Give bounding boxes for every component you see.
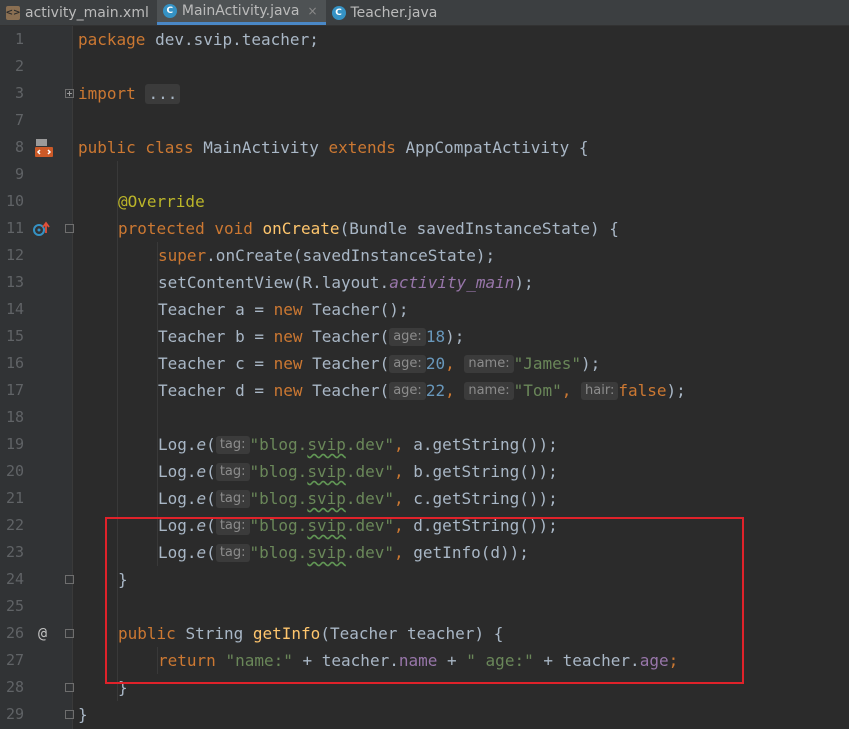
run-activity-icon[interactable]	[34, 134, 54, 161]
xml-file-icon: <>	[6, 6, 20, 20]
line-number: 9	[0, 161, 24, 188]
line-number: 11	[0, 215, 24, 242]
code-line: Log.e(tag:"blog.svip.dev", b.getString()…	[158, 458, 558, 485]
line-number: 8	[0, 134, 24, 161]
line-number: 12	[0, 242, 24, 269]
line-number: 13	[0, 269, 24, 296]
code-line: Log.e(tag:"blog.svip.dev", c.getString()…	[158, 485, 558, 512]
line-number: 20	[0, 458, 24, 485]
line-number: 1	[0, 26, 24, 53]
code-line: import ...	[78, 80, 180, 107]
editor-tab-bar: <> activity_main.xml C MainActivity.java…	[0, 0, 849, 26]
tab-teacher-java[interactable]: C Teacher.java	[326, 0, 446, 25]
parameter-hint: tag:	[216, 544, 250, 562]
line-number: 26	[0, 620, 24, 647]
line-number: 23	[0, 539, 24, 566]
line-number: 16	[0, 350, 24, 377]
parameter-hint: tag:	[216, 517, 250, 535]
line-number: 10	[0, 188, 24, 215]
parameter-hint: name:	[464, 382, 513, 400]
line-number: 15	[0, 323, 24, 350]
parameter-hint: tag:	[216, 436, 250, 454]
code-line: Teacher d = new Teacher(age:22, name:"To…	[158, 377, 686, 404]
tab-activity-main-xml[interactable]: <> activity_main.xml	[0, 0, 157, 25]
line-number: 3	[0, 80, 24, 107]
parameter-hint: hair:	[581, 382, 618, 400]
code-line: public class MainActivity extends AppCom…	[78, 134, 589, 161]
code-line: }	[78, 701, 88, 728]
code-line: Teacher a = new Teacher();	[158, 296, 408, 323]
java-class-icon: C	[163, 4, 177, 18]
line-number: 14	[0, 296, 24, 323]
code-line: Log.e(tag:"blog.svip.dev", a.getString()…	[158, 431, 558, 458]
code-text-area[interactable]: package dev.svip.teacher; import ... pub…	[73, 26, 849, 729]
line-number-gutter: 1 2 3 7 8 9 10 11 12 13 14 15 16 17 18 1…	[0, 26, 73, 729]
line-number: 17	[0, 377, 24, 404]
parameter-hint: age:	[389, 382, 426, 400]
code-line: setContentView(R.layout.activity_main);	[158, 269, 534, 296]
code-line: Teacher c = new Teacher(age:20, name:"Ja…	[158, 350, 600, 377]
tab-main-activity-java[interactable]: C MainActivity.java ×	[157, 0, 326, 25]
code-line: @Override	[118, 188, 205, 215]
line-number: 7	[0, 107, 24, 134]
folded-imports[interactable]: ...	[145, 84, 180, 104]
code-line: return "name:" + teacher.name + " age:" …	[158, 647, 678, 674]
code-line: public String getInfo(Teacher teacher) {	[118, 620, 503, 647]
code-line: protected void onCreate(Bundle savedInst…	[118, 215, 619, 242]
line-number: 19	[0, 431, 24, 458]
java-class-icon: C	[332, 6, 346, 20]
line-number: 22	[0, 512, 24, 539]
code-line: Teacher b = new Teacher(age:18);	[158, 323, 464, 350]
close-icon[interactable]: ×	[307, 4, 317, 18]
line-number: 27	[0, 647, 24, 674]
code-editor[interactable]: 1 2 3 7 8 9 10 11 12 13 14 15 16 17 18 1…	[0, 26, 849, 729]
code-line: super.onCreate(savedInstanceState);	[158, 242, 495, 269]
code-line: }	[118, 566, 128, 593]
parameter-hint: name:	[464, 355, 513, 373]
line-number: 2	[0, 53, 24, 80]
line-number: 29	[0, 701, 24, 728]
tab-label: activity_main.xml	[25, 5, 149, 21]
code-line: package dev.svip.teacher;	[78, 26, 319, 53]
tab-label: Teacher.java	[351, 5, 438, 21]
parameter-hint: age:	[389, 355, 426, 373]
line-number: 21	[0, 485, 24, 512]
code-line: }	[118, 674, 128, 701]
implements-icon[interactable]: @	[38, 620, 47, 647]
tab-label: MainActivity.java	[182, 3, 300, 19]
line-number: 28	[0, 674, 24, 701]
line-number: 25	[0, 593, 24, 620]
line-number: 18	[0, 404, 24, 431]
parameter-hint: tag:	[216, 490, 250, 508]
code-line: Log.e(tag:"blog.svip.dev", d.getString()…	[158, 512, 558, 539]
code-line: Log.e(tag:"blog.svip.dev", getInfo(d));	[158, 539, 529, 566]
parameter-hint: age:	[389, 328, 426, 346]
line-number: 24	[0, 566, 24, 593]
parameter-hint: tag:	[216, 463, 250, 481]
override-method-icon[interactable]	[32, 215, 50, 242]
